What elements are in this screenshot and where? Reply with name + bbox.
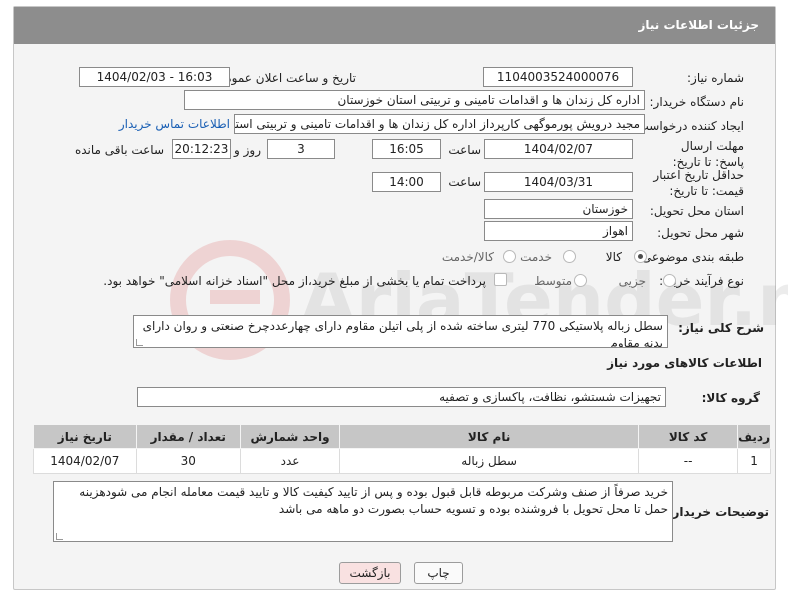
buyer-org-label: نام دستگاه خریدار:: [649, 95, 745, 109]
table-row: 1 -- سطل زباله عدد 30 1404/02/07: [33, 448, 771, 474]
payment-note: پرداخت تمام یا بخشی از مبلغ خرید،از محل …: [103, 274, 486, 288]
col-date: تاریخ نیاز: [33, 424, 137, 449]
buyer-notes-textarea: خرید صرفاً از صنف وشرکت مربوطه قابل قبول…: [53, 481, 673, 542]
validity-time-label: ساعت: [448, 175, 481, 189]
validity-date-field: 1404/03/31: [484, 172, 633, 192]
purchase-option-minor: جزیی: [618, 274, 646, 288]
announce-field: 1404/02/03 - 16:03: [79, 67, 230, 87]
cell-date: 1404/02/07: [33, 448, 137, 474]
validity-label: حداقل تاریخ اعتبار قیمت: تا تاریخ:: [653, 168, 744, 198]
category-radio-goods[interactable]: [634, 250, 647, 263]
purchase-radio-minor[interactable]: [663, 274, 676, 287]
col-code: کد کالا: [638, 424, 739, 449]
goods-table: ردیف کد کالا نام کالا واحد شمارش تعداد /…: [33, 424, 771, 474]
treasury-checkbox[interactable]: [494, 273, 507, 286]
cell-name: سطل زباله: [339, 448, 640, 474]
creator-field: مجید درویش پورموگهی کارپرداز اداره کل زن…: [234, 114, 645, 134]
announce-label: تاریخ و ساعت اعلان عمومی:: [211, 71, 356, 85]
category-option-goods: کالا: [605, 250, 622, 264]
col-row: ردیف: [737, 424, 771, 449]
deadline-label: مهلت ارسال پاسخ: تا تاریخ:: [672, 139, 744, 169]
buyer-notes-label: توضیحات خریدار:: [667, 505, 769, 519]
category-label: طبقه بندی موضوعی:: [637, 250, 744, 264]
deadline-time-label: ساعت: [448, 143, 481, 157]
purchase-radio-medium[interactable]: [574, 274, 587, 287]
goods-table-header: ردیف کد کالا نام کالا واحد شمارش تعداد /…: [33, 424, 771, 449]
category-radio-both[interactable]: [503, 250, 516, 263]
resize-grip-icon[interactable]: [136, 339, 143, 346]
cell-code: --: [638, 448, 739, 474]
days-label: روز و: [234, 143, 261, 157]
goods-group-field: تجهیزات شستشو، نظافت، پاکسازی و تصفیه: [137, 387, 666, 407]
cell-unit: عدد: [239, 448, 341, 474]
city-label: شهر محل تحویل:: [657, 226, 744, 240]
category-option-service: خدمت: [520, 250, 552, 264]
col-name: نام کالا: [339, 424, 640, 449]
province-label: استان محل تحویل:: [649, 204, 744, 218]
city-field: اهواز: [484, 221, 633, 241]
deadline-time-field: 16:05: [372, 139, 441, 159]
days-field: 3: [267, 139, 335, 159]
back-button[interactable]: بازگشت: [339, 562, 401, 584]
contact-buyer-link[interactable]: اطلاعات تماس خریدار: [119, 117, 230, 131]
category-radio-service[interactable]: [563, 250, 576, 263]
col-qty: تعداد / مقدار: [135, 424, 241, 449]
resize-grip-icon[interactable]: [56, 533, 63, 540]
need-number-field: 1104003524000076: [483, 67, 633, 87]
page-title: جزئیات اطلاعات نیاز: [638, 18, 759, 32]
summary-label: شرح کلی نیاز:: [678, 321, 764, 335]
buyer-org-field: اداره کل زندان ها و اقدامات تامینی و ترب…: [184, 90, 645, 110]
need-number-label: شماره نیاز:: [687, 71, 744, 85]
panel-header: جزئیات اطلاعات نیاز: [14, 7, 775, 44]
remaining-label: ساعت باقی مانده: [74, 143, 164, 157]
remaining-time-field: 20:12:23: [172, 139, 231, 159]
deadline-date-field: 1404/02/07: [484, 139, 633, 159]
category-option-both: کالا/خدمت: [441, 250, 494, 264]
creator-label: ایجاد کننده درخواست:: [633, 119, 744, 133]
goods-section-title: اطلاعات کالاهای مورد نیاز: [607, 356, 762, 370]
purchase-option-medium: متوسط: [534, 274, 572, 288]
goods-group-label: گروه کالا:: [701, 391, 760, 405]
print-button[interactable]: چاپ: [414, 562, 463, 584]
summary-textarea: سطل زباله پلاستیکی 770 لیتری ساخته شده ا…: [133, 315, 668, 348]
summary-text: سطل زباله پلاستیکی 770 لیتری ساخته شده ا…: [142, 319, 663, 348]
cell-row: 1: [737, 448, 771, 474]
buyer-notes-text: خرید صرفاً از صنف وشرکت مربوطه قابل قبول…: [79, 485, 668, 516]
cell-qty: 30: [135, 448, 241, 474]
validity-time-field: 14:00: [372, 172, 441, 192]
col-unit: واحد شمارش: [239, 424, 341, 449]
province-field: خوزستان: [484, 199, 633, 219]
